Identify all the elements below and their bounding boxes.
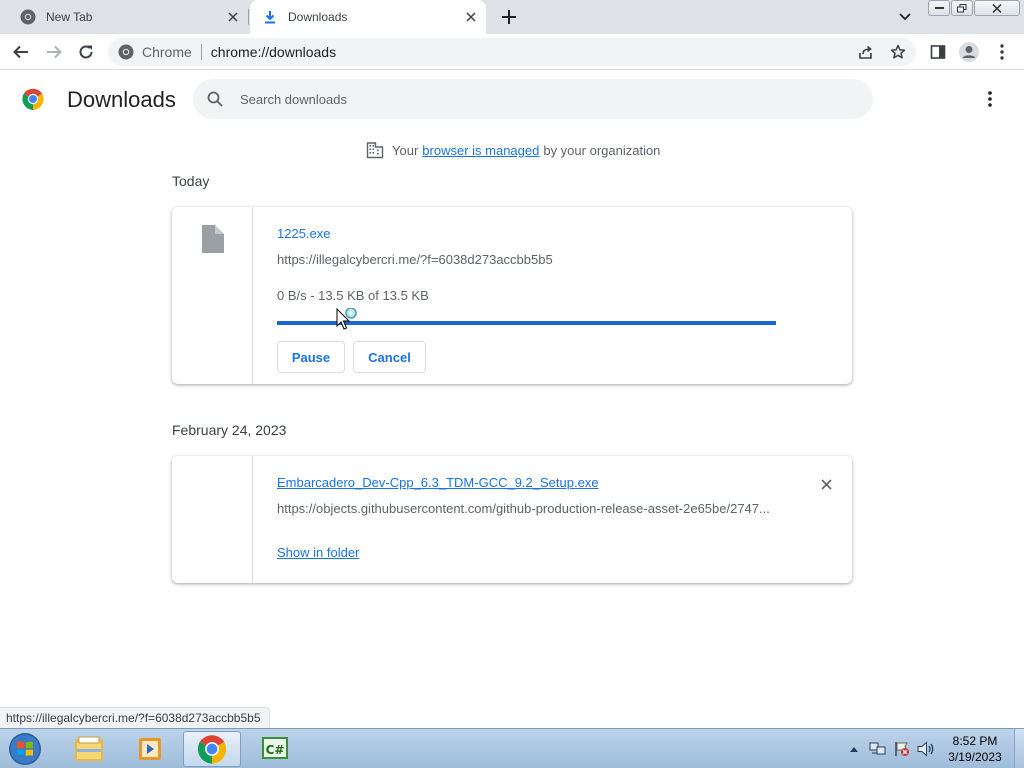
file-icon-column	[172, 207, 253, 384]
taskbar-file-explorer[interactable]	[60, 731, 118, 767]
side-panel-icon	[930, 45, 946, 59]
close-tab-icon[interactable]	[222, 6, 244, 28]
pause-button[interactable]: Pause	[277, 341, 345, 373]
reload-icon	[79, 45, 93, 59]
restore-icon	[957, 3, 967, 12]
remove-from-list-button[interactable]	[816, 474, 836, 494]
forward-button[interactable]	[41, 39, 67, 65]
omnibox-actions	[846, 40, 910, 64]
date-header-today: Today	[172, 173, 210, 189]
chrome-icon	[118, 44, 134, 60]
download-icon	[262, 9, 278, 25]
arrow-left-icon	[13, 45, 28, 59]
download-item-1225: 1225.exe https://illegalcybercri.me/?f=6…	[172, 207, 852, 384]
windows-start-icon	[9, 733, 41, 765]
taskbar-media-player[interactable]	[122, 731, 180, 767]
more-vert-icon	[1000, 44, 1004, 60]
close-window-button[interactable]	[974, 0, 1020, 16]
chrome-menu-button[interactable]	[989, 39, 1015, 65]
side-panel-button[interactable]	[925, 39, 951, 65]
omnibox-divider	[200, 44, 202, 60]
date-header-feb-24: February 24, 2023	[172, 422, 287, 438]
busy-cursor-icon	[336, 308, 357, 330]
chrome-icon	[20, 9, 36, 25]
tab-new-tab[interactable]: New Tab	[8, 0, 248, 34]
download-filename-link[interactable]: 1225.exe	[277, 226, 331, 241]
download-filename-link[interactable]: Embarcadero_Dev-Cpp_6.3_TDM-GCC_9.2_Setu…	[277, 475, 599, 490]
arrow-right-icon	[47, 45, 62, 59]
taskbar-csharp-ide[interactable]: C#	[246, 731, 304, 767]
close-tab-icon[interactable]	[460, 6, 482, 28]
start-button[interactable]	[4, 730, 46, 768]
taskbar-chrome[interactable]	[183, 731, 241, 767]
network-icon[interactable]	[867, 739, 889, 759]
cancel-button[interactable]: Cancel	[353, 341, 426, 373]
site-chip: Chrome	[142, 44, 192, 60]
search-input[interactable]	[240, 91, 840, 107]
plus-icon	[502, 10, 516, 24]
downloads-header: Downloads	[0, 71, 1024, 127]
explorer-icon	[75, 736, 103, 761]
building-icon	[366, 141, 384, 159]
action-center-flag-icon[interactable]	[891, 739, 913, 759]
address-bar[interactable]: Chrome chrome://downloads	[108, 38, 916, 66]
minimize-icon	[934, 7, 944, 9]
chrome-icon	[197, 735, 227, 764]
window-controls	[928, 0, 1021, 16]
download-source-url: https://illegalcybercri.me/?f=6038d273ac…	[277, 252, 553, 267]
bookmark-star-icon[interactable]	[886, 40, 910, 64]
share-icon[interactable]	[854, 40, 878, 64]
minimize-button[interactable]	[928, 0, 950, 16]
tab-strip: New Tab Downloads	[0, 0, 1024, 34]
tab-separator	[248, 9, 249, 25]
tab-title: Downloads	[288, 10, 348, 24]
close-icon	[820, 478, 832, 490]
tab-title: New Tab	[46, 10, 93, 24]
browser-toolbar: Chrome chrome://downloads	[0, 34, 1024, 70]
clock-time: 8:52 PM	[952, 734, 998, 748]
managed-notice: Your browser is managed by your organiza…	[366, 140, 660, 160]
url-text: chrome://downloads	[210, 44, 337, 60]
volume-icon[interactable]	[915, 739, 937, 759]
csharp-icon: C#	[262, 737, 288, 759]
media-player-icon	[139, 738, 161, 760]
system-tray	[843, 729, 939, 768]
profile-avatar-icon	[959, 42, 979, 62]
new-tab-button[interactable]	[497, 5, 521, 29]
show-in-folder-link[interactable]: Show in folder	[277, 545, 359, 560]
chrome-logo-icon	[22, 88, 44, 110]
managed-prefix: Your	[392, 142, 419, 158]
link-status-bubble: https://illegalcybercri.me/?f=6038d273ac…	[0, 707, 270, 728]
chevron-down-icon	[899, 13, 911, 21]
restore-button[interactable]	[951, 0, 973, 16]
reload-button[interactable]	[73, 39, 99, 65]
browser-managed-link[interactable]: browser is managed	[422, 143, 539, 158]
tab-downloads[interactable]: Downloads	[250, 0, 486, 34]
page-title: Downloads	[67, 87, 176, 112]
download-status-text: 0 B/s - 13.5 KB of 13.5 KB	[277, 288, 429, 303]
taskbar-clock[interactable]: 8:52 PM 3/19/2023	[940, 733, 1010, 765]
more-vert-icon	[988, 91, 992, 107]
file-icon	[202, 225, 224, 253]
file-icon-column	[172, 456, 253, 583]
tab-search-button[interactable]	[893, 6, 917, 28]
download-source-url: https://objects.githubusercontent.com/gi…	[277, 501, 770, 516]
svg-text:C#: C#	[266, 743, 285, 757]
more-actions-button[interactable]	[978, 87, 1002, 111]
show-desktop-button[interactable]	[1014, 729, 1024, 768]
back-button[interactable]	[8, 39, 34, 65]
search-icon	[206, 90, 224, 108]
close-icon	[992, 3, 1002, 13]
profile-button[interactable]	[956, 39, 982, 65]
managed-suffix: by your organization	[543, 142, 661, 158]
download-item-devcpp: Embarcadero_Dev-Cpp_6.3_TDM-GCC_9.2_Setu…	[172, 456, 852, 583]
windows-taskbar: C# 8:52 PM 3/19/2023	[0, 728, 1024, 768]
show-hidden-icons-icon[interactable]	[843, 739, 865, 759]
clock-date: 3/19/2023	[948, 750, 1002, 764]
search-downloads-box[interactable]	[193, 79, 873, 119]
